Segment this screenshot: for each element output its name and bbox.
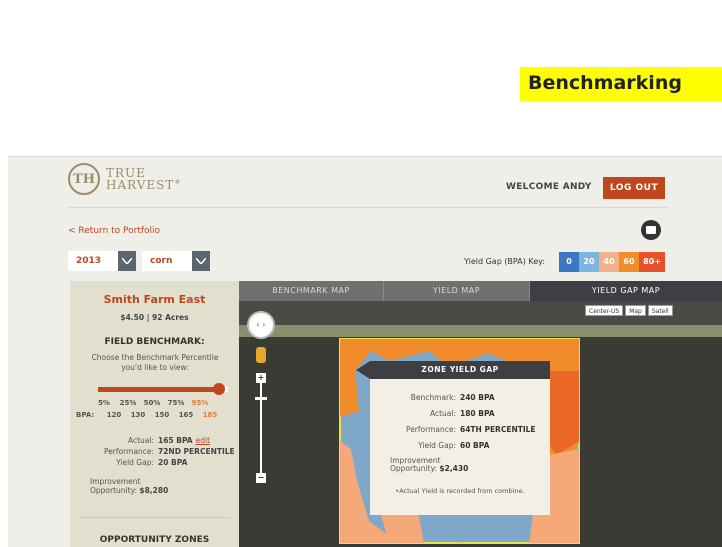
map-pan-control-icon[interactable]: ‹ ›	[247, 311, 275, 339]
zoom-slider-handle[interactable]	[255, 397, 267, 400]
yield-gap-key-cell: 80+	[639, 252, 665, 272]
popup-performance-value: 64TH PERCENTILE	[460, 425, 536, 434]
popup-benchmark-value: 240 BPA	[460, 393, 495, 402]
field-stats: Actual: 165 BPA edit Performance: 72ND PERC…	[74, 436, 235, 469]
bpa-value: 150	[154, 411, 170, 419]
actual-value: 165 BPA	[158, 436, 193, 445]
percentile-label[interactable]: 25%	[116, 399, 140, 407]
percentile-labels: 5% 25% 50% 75% 95%	[92, 399, 212, 407]
tab-benchmark-map[interactable]: BENCHMARK MAP	[239, 281, 384, 301]
popup-yield-gap-label: Yield Gap:	[418, 441, 456, 450]
app-screenshot: TH TRUE HARVEST° WELCOME ANDY LOG OUT < …	[8, 156, 722, 547]
performance-label: Performance:	[103, 447, 154, 456]
popup-actual-label: Actual:	[429, 409, 456, 418]
opportunity-zones-title: OPPORTUNITY ZONES	[99, 535, 210, 545]
bpa-label: BPA:	[76, 411, 95, 419]
yield-gap-key-label: Yield Gap (BPA) Key:	[464, 257, 545, 266]
header-divider	[68, 207, 668, 208]
yield-gap-key-cell: 40	[599, 252, 619, 272]
yield-gap-key-cell: 20	[579, 252, 599, 272]
tab-yield-gap-map[interactable]: YIELD GAP MAP	[530, 281, 722, 301]
field-benchmark-description: Choose the Benchmark Percentile you'd li…	[91, 353, 219, 372]
farm-meta: $4.50 | 92 Acres	[120, 313, 189, 322]
popup-pointer	[356, 361, 370, 379]
improvement-label-2: Opportunity:	[90, 486, 137, 495]
map-tabs: BENCHMARK MAP YIELD MAP YIELD GAP MAP	[239, 281, 722, 301]
map-type-controls: Center-US Map Satell	[585, 305, 673, 316]
bpa-value-selected: 185	[202, 411, 218, 419]
percentile-slider-handle[interactable]	[213, 383, 225, 395]
percentile-label[interactable]: 5%	[92, 399, 116, 407]
crop-dropdown-chevron-icon[interactable]	[192, 251, 210, 271]
popup-actual-value: 180 BPA	[460, 409, 495, 418]
yield-gap-key-cell: 60	[619, 252, 639, 272]
popup-improvement: Improvement Opportunity: $2,430	[390, 457, 468, 473]
bpa-value: 130	[130, 411, 146, 419]
logo-text: TRUE HARVEST°	[106, 167, 181, 191]
satellite-button[interactable]: Satell	[647, 305, 673, 316]
percentile-label[interactable]: 50%	[140, 399, 164, 407]
percentile-slider-fill	[98, 387, 218, 392]
panel-divider	[80, 517, 230, 518]
popup-title: ZONE YIELD GAP	[370, 361, 550, 379]
popup-improvement-label-2: Opportunity:	[390, 464, 437, 473]
crop-select[interactable]: corn	[142, 251, 192, 271]
print-icon[interactable]	[641, 220, 661, 240]
yield-gap-label: Yield Gap:	[116, 458, 154, 467]
zoom-out-button[interactable]: −	[256, 473, 266, 483]
yield-gap-map[interactable]: BENCHMARK MAP YIELD MAP YIELD GAP MAP Ce…	[239, 281, 722, 547]
logout-button[interactable]: LOG OUT	[603, 177, 665, 199]
farm-panel: Smith Farm East $4.50 | 92 Acres FIELD B…	[70, 281, 239, 547]
farm-name: Smith Farm East	[103, 293, 206, 306]
year-select[interactable]: 2013	[68, 251, 118, 271]
true-harvest-logo[interactable]: TH TRUE HARVEST°	[68, 163, 181, 195]
popup-performance-label: Performance:	[405, 425, 456, 434]
slide: Benchmarking TH TRUE HARVEST° WELCOME AN…	[0, 0, 722, 547]
performance-value: 72ND PERCENTILE	[158, 447, 235, 456]
improvement-label-1: Improvement	[90, 477, 141, 486]
map-center-button[interactable]: Center-US	[585, 305, 624, 316]
yield-gap-key-cell: 0	[559, 252, 579, 272]
popup-note: •Actual Yield is recorded from combine.	[395, 487, 525, 495]
zoom-slider-track[interactable]	[260, 377, 262, 481]
edit-actual-link[interactable]: edit	[196, 436, 210, 445]
popup-improvement-value: $2,430	[439, 464, 469, 473]
percentile-label[interactable]: 75%	[164, 399, 188, 407]
slide-title: Benchmarking	[520, 67, 722, 101]
logo-mark: TH	[68, 163, 100, 195]
percentile-label-selected[interactable]: 95%	[188, 399, 212, 407]
field-benchmark-title: FIELD BENCHMARK:	[104, 337, 205, 347]
map-button[interactable]: Map	[625, 305, 646, 316]
popup-benchmark-label: Benchmark:	[410, 393, 456, 402]
yield-gap-value: 20 BPA	[158, 458, 188, 467]
logo-line-2: HARVEST°	[106, 178, 182, 192]
bpa-value: 120	[106, 411, 122, 419]
tab-yield-map[interactable]: YIELD MAP	[384, 281, 530, 301]
improvement-value: $8,280	[139, 486, 169, 495]
actual-label: Actual:	[127, 436, 154, 445]
return-to-portfolio-link[interactable]: < Return to Portfolio	[68, 226, 160, 236]
bpa-value: 165	[178, 411, 194, 419]
zone-yield-gap-popup: ZONE YIELD GAP Benchmark: 240 BPA Actual:…	[356, 361, 550, 515]
improvement-opportunity: Improvement Opportunity: $8,280	[90, 477, 168, 495]
zoom-in-button[interactable]: +	[256, 373, 266, 383]
popup-yield-gap-value: 60 BPA	[460, 441, 490, 450]
year-dropdown-chevron-icon[interactable]	[118, 251, 136, 271]
street-view-pegman-icon[interactable]	[256, 347, 266, 363]
bpa-values: BPA: 120 130 150 165 185	[76, 411, 222, 419]
welcome-text: WELCOME ANDY	[506, 182, 592, 192]
